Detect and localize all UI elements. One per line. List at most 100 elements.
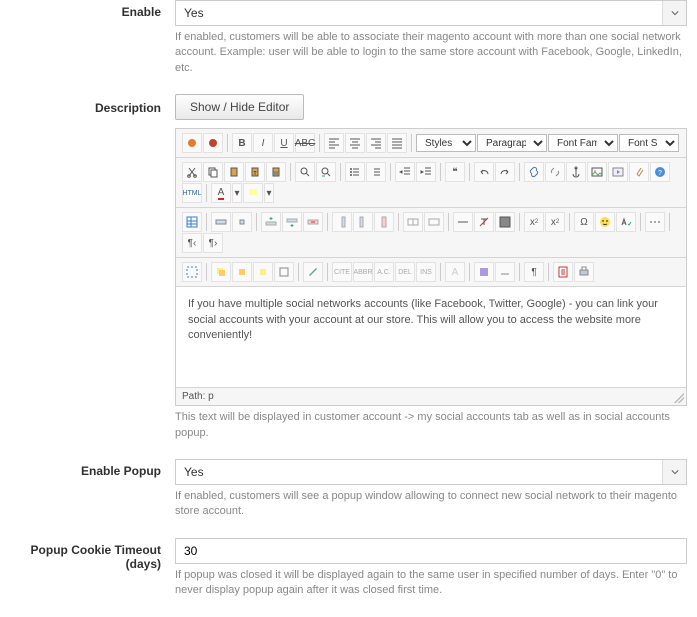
- replace-icon[interactable]: [316, 162, 336, 182]
- hr-icon[interactable]: [453, 212, 473, 232]
- layer-insert-icon[interactable]: [211, 262, 231, 282]
- redo-icon[interactable]: [495, 162, 515, 182]
- chevron-down-icon: [662, 1, 686, 25]
- image-icon[interactable]: [587, 162, 607, 182]
- align-left-icon[interactable]: [324, 133, 344, 153]
- underline-icon[interactable]: U: [274, 133, 294, 153]
- find-icon[interactable]: [295, 162, 315, 182]
- nbsp-icon[interactable]: [495, 262, 515, 282]
- ltr-icon[interactable]: ¶‹: [182, 233, 202, 253]
- insert-widget-icon[interactable]: [182, 133, 202, 153]
- svg-text:?: ?: [658, 170, 662, 177]
- code-icon[interactable]: HTML: [182, 183, 202, 203]
- outdent-icon[interactable]: [395, 162, 415, 182]
- editor-toolbar-3: x2 x2 Ω ¶‹ ¶›: [176, 208, 686, 258]
- del-icon[interactable]: DEL: [395, 262, 415, 282]
- superscript-icon[interactable]: x2: [545, 212, 565, 232]
- subscript-icon[interactable]: x2: [524, 212, 544, 232]
- anchor-icon[interactable]: [566, 162, 586, 182]
- layer-backward-icon[interactable]: [253, 262, 273, 282]
- remove-format-icon[interactable]: [474, 212, 494, 232]
- visual-aid-icon[interactable]: [495, 212, 515, 232]
- print-icon[interactable]: [574, 262, 594, 282]
- layer-forward-icon[interactable]: [232, 262, 252, 282]
- paste-word-icon[interactable]: W: [266, 162, 286, 182]
- row-props-icon[interactable]: [211, 212, 231, 232]
- paste-text-icon[interactable]: T: [245, 162, 265, 182]
- attributes-icon[interactable]: A: [445, 262, 465, 282]
- rtl-icon[interactable]: ¶›: [203, 233, 223, 253]
- unlink-icon[interactable]: [545, 162, 565, 182]
- abbr-icon[interactable]: ABBR: [353, 262, 373, 282]
- enable-popup-value: Yes: [176, 465, 662, 479]
- row-before-icon[interactable]: [261, 212, 281, 232]
- help-icon[interactable]: ?: [650, 162, 670, 182]
- bg-color-dropdown-icon[interactable]: ▾: [264, 183, 274, 203]
- text-color-dropdown-icon[interactable]: ▾: [232, 183, 242, 203]
- cookie-timeout-label: Popup Cookie Timeout (days): [0, 538, 175, 599]
- text-color-icon[interactable]: A: [211, 183, 231, 203]
- col-after-icon[interactable]: [353, 212, 373, 232]
- table-icon[interactable]: [182, 212, 202, 232]
- visualchars-icon[interactable]: [474, 262, 494, 282]
- ins-icon[interactable]: INS: [416, 262, 436, 282]
- align-center-icon[interactable]: [345, 133, 365, 153]
- iespell-icon[interactable]: [616, 212, 636, 232]
- fullscreen-icon[interactable]: [182, 262, 202, 282]
- font-family-select[interactable]: Font Family: [548, 134, 618, 152]
- cleanup-icon[interactable]: [629, 162, 649, 182]
- layer-absolute-icon[interactable]: [274, 262, 294, 282]
- italic-icon[interactable]: I: [253, 133, 273, 153]
- visualblocks-icon[interactable]: ¶: [524, 262, 544, 282]
- editor-toolbar: B I U ABC Styles Paragraph Font Family F…: [176, 129, 686, 158]
- editor-toolbar-4: CITE ABBR A.C. DEL INS A ¶: [176, 258, 686, 287]
- blockquote-icon[interactable]: ❝: [445, 162, 465, 182]
- cut-icon[interactable]: [182, 162, 202, 182]
- editor-content[interactable]: If you have multiple social networks acc…: [176, 287, 686, 387]
- undo-icon[interactable]: [474, 162, 494, 182]
- indent-icon[interactable]: [416, 162, 436, 182]
- resize-handle-icon[interactable]: [674, 393, 684, 403]
- bullet-list-icon[interactable]: [345, 162, 365, 182]
- cookie-timeout-input[interactable]: [175, 538, 687, 564]
- enable-popup-select[interactable]: Yes: [175, 459, 687, 485]
- enable-popup-label: Enable Popup: [0, 459, 175, 520]
- toggle-editor-button[interactable]: Show / Hide Editor: [175, 94, 304, 120]
- emoticon-icon[interactable]: [595, 212, 615, 232]
- col-before-icon[interactable]: [332, 212, 352, 232]
- split-cells-icon[interactable]: [403, 212, 423, 232]
- acronym-icon[interactable]: A.C.: [374, 262, 394, 282]
- enable-select[interactable]: Yes: [175, 0, 687, 26]
- cookie-timeout-help: If popup was closed it will be displayed…: [175, 568, 687, 599]
- special-char-icon[interactable]: Ω: [574, 212, 594, 232]
- cell-props-icon[interactable]: [232, 212, 252, 232]
- bold-icon[interactable]: B: [232, 133, 252, 153]
- col-delete-icon[interactable]: [374, 212, 394, 232]
- description-label: Description: [0, 94, 175, 441]
- align-right-icon[interactable]: [366, 133, 386, 153]
- style-props-icon[interactable]: [303, 262, 323, 282]
- align-justify-icon[interactable]: [387, 133, 407, 153]
- editor-toolbar-2: T W ❝: [176, 158, 686, 208]
- paste-icon[interactable]: [224, 162, 244, 182]
- paragraph-select[interactable]: Paragraph: [477, 134, 547, 152]
- cite-icon[interactable]: CITE: [332, 262, 352, 282]
- copy-icon[interactable]: [203, 162, 223, 182]
- link-icon[interactable]: [524, 162, 544, 182]
- media-icon[interactable]: [608, 162, 628, 182]
- row-delete-icon[interactable]: [303, 212, 323, 232]
- row-after-icon[interactable]: [282, 212, 302, 232]
- strikethrough-icon[interactable]: ABC: [295, 133, 315, 153]
- wysiwyg-editor: B I U ABC Styles Paragraph Font Family F…: [175, 128, 687, 406]
- bg-color-icon[interactable]: [243, 183, 263, 203]
- pagebreak-icon[interactable]: [645, 212, 665, 232]
- chevron-down-icon: [662, 460, 686, 484]
- number-list-icon[interactable]: [366, 162, 386, 182]
- template-icon[interactable]: [553, 262, 573, 282]
- enable-help: If enabled, customers will be able to as…: [175, 30, 687, 76]
- insert-variable-icon[interactable]: [203, 133, 223, 153]
- merge-cells-icon[interactable]: [424, 212, 444, 232]
- enable-label: Enable: [0, 0, 175, 76]
- font-size-select[interactable]: Font Size: [619, 134, 679, 152]
- styles-select[interactable]: Styles: [416, 134, 476, 152]
